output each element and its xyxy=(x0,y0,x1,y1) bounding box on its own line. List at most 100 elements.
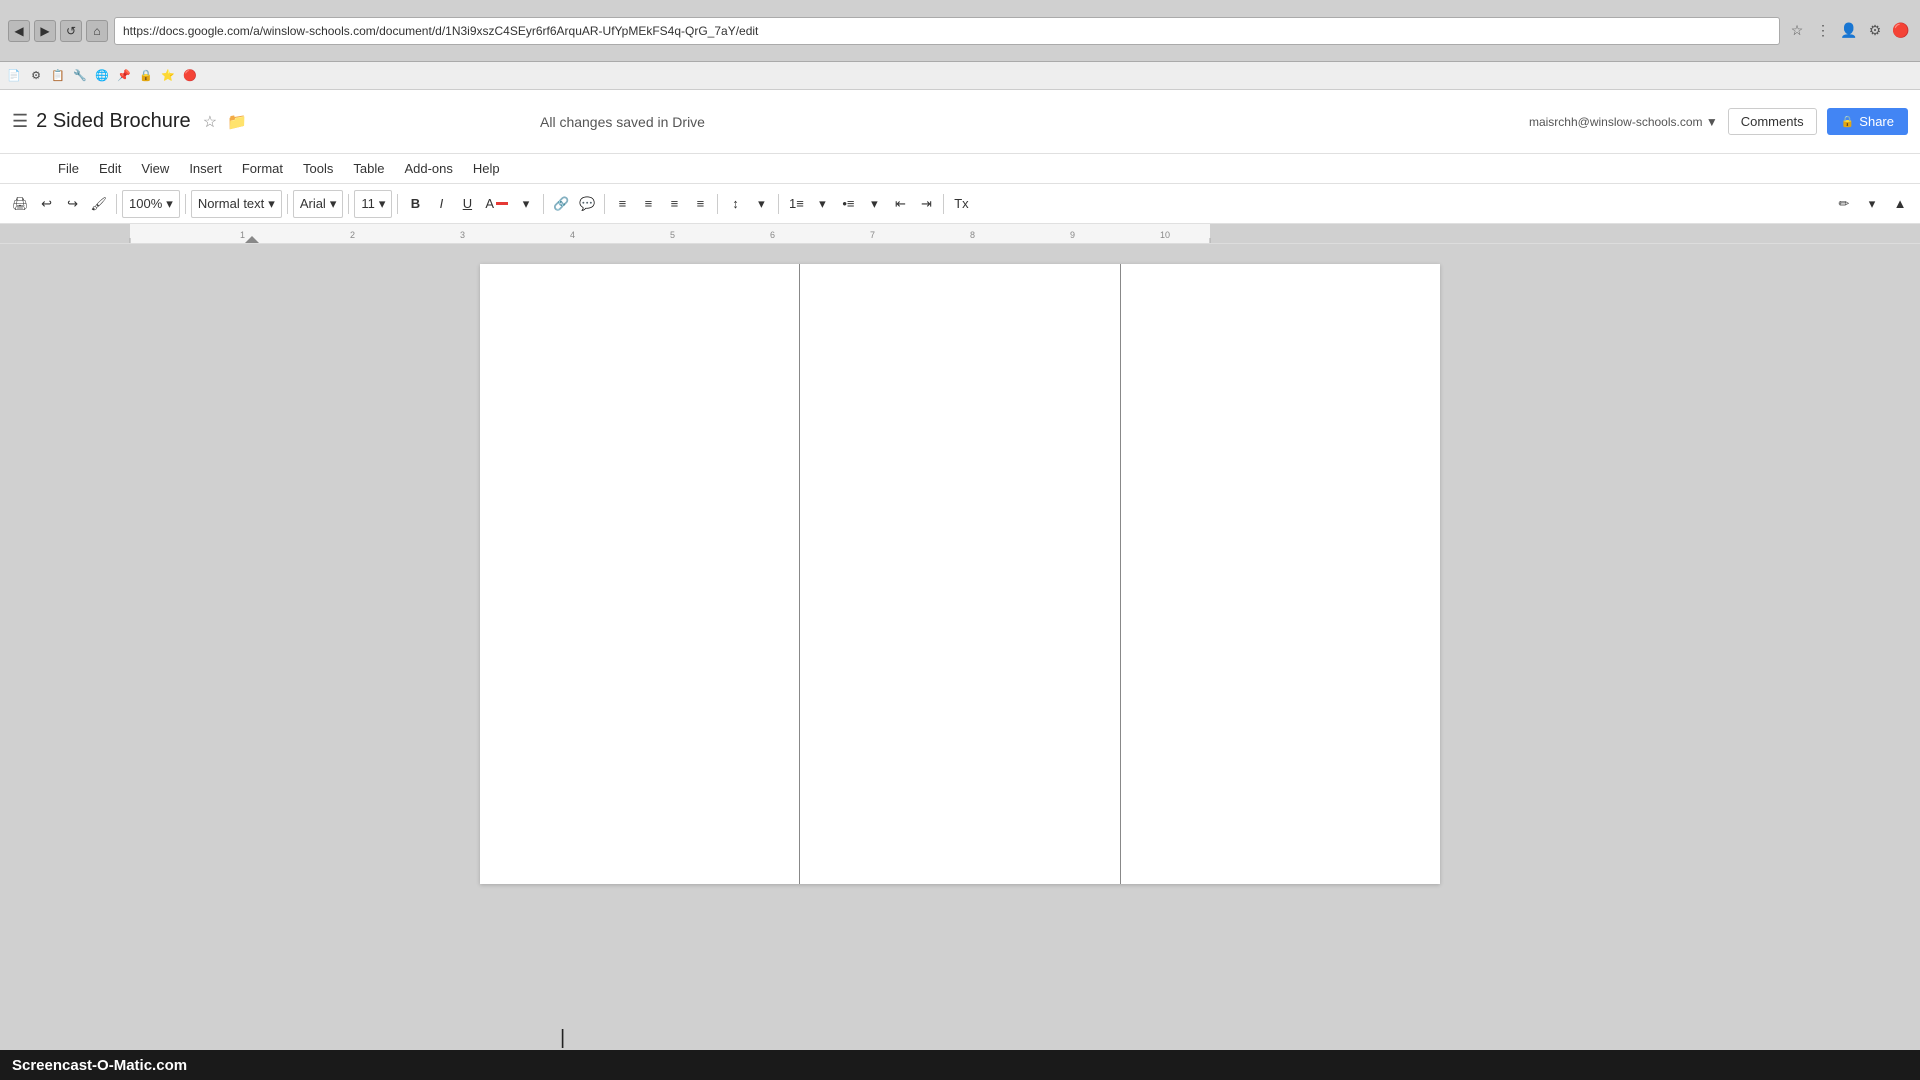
profile-icon[interactable]: 👤 xyxy=(1838,20,1860,42)
highlight-color-button[interactable]: ▾ xyxy=(514,190,538,218)
print-button[interactable]: 🖨 xyxy=(8,190,33,218)
extension-toolbar: 📄 ⚙ 📋 🔧 🌐 📌 🔒 ⭐ 🔴 xyxy=(0,62,1920,90)
settings-icon[interactable]: ⚙ xyxy=(1864,20,1886,42)
increase-indent-button[interactable]: ⇥ xyxy=(914,190,938,218)
text-cursor[interactable]: | xyxy=(560,1027,565,1050)
column-1[interactable] xyxy=(480,264,800,884)
collapse-toolbar-button[interactable]: ▲ xyxy=(1888,190,1912,218)
insert-comment-button[interactable]: 💬 xyxy=(575,190,599,218)
separator6 xyxy=(543,194,544,214)
redo-button[interactable]: ↪ xyxy=(61,190,85,218)
menu-format[interactable]: Format xyxy=(234,157,291,180)
watermark-bar: Screencast-O-Matic.com xyxy=(0,1050,1920,1080)
clear-format-button[interactable]: Tx xyxy=(949,190,973,218)
paint-format-button[interactable]: 🖌 xyxy=(87,190,112,218)
font-value: Arial xyxy=(300,196,326,211)
browser-chrome: ◀ ▶ ↺ ⌂ https://docs.google.com/a/winslo… xyxy=(0,0,1920,62)
text-color-button[interactable]: A xyxy=(481,190,512,218)
separator1 xyxy=(116,194,117,214)
fontsize-chevron: ▾ xyxy=(379,196,386,212)
browser-actions: ☆ ⋮ 👤 ⚙ 🔴 xyxy=(1786,20,1912,42)
line-spacing-chevron[interactable]: ▾ xyxy=(749,190,773,218)
menu-tools[interactable]: Tools xyxy=(295,157,341,180)
numbered-list-button[interactable]: 1≡ xyxy=(784,190,808,218)
svg-text:4: 4 xyxy=(570,230,575,240)
menu-table[interactable]: Table xyxy=(345,157,392,180)
bullet-list-button[interactable]: •≡ xyxy=(836,190,860,218)
line-spacing-button[interactable]: ↕ xyxy=(723,190,747,218)
lock-icon: 🔒 xyxy=(1841,115,1855,128)
ext2-icon[interactable]: 📋 xyxy=(48,66,68,86)
separator9 xyxy=(778,194,779,214)
italic-button[interactable]: I xyxy=(429,190,453,218)
numbered-list-chevron[interactable]: ▾ xyxy=(810,190,834,218)
view-mode-chevron[interactable]: ▾ xyxy=(1860,190,1884,218)
forward-button[interactable]: ▶ xyxy=(34,20,56,42)
menu-view[interactable]: View xyxy=(133,157,177,180)
font-dropdown[interactable]: Arial ▾ xyxy=(293,190,344,218)
share-label: Share xyxy=(1859,114,1894,129)
ext6-icon[interactable]: 🔒 xyxy=(136,66,156,86)
menu-file[interactable]: File xyxy=(50,157,87,180)
menu-help[interactable]: Help xyxy=(465,157,508,180)
url-text: https://docs.google.com/a/winslow-school… xyxy=(123,24,758,38)
document-title[interactable]: 2 Sided Brochure xyxy=(36,110,191,133)
comments-button[interactable]: Comments xyxy=(1728,108,1817,135)
column-2[interactable] xyxy=(800,264,1120,884)
decrease-indent-button[interactable]: ⇤ xyxy=(888,190,912,218)
svg-text:6: 6 xyxy=(770,230,775,240)
fontsize-value: 11 xyxy=(361,196,375,211)
browser-nav-buttons: ◀ ▶ ↺ ⌂ xyxy=(8,20,108,42)
extension-icon[interactable]: 🔴 xyxy=(1890,20,1912,42)
menu-bar: File Edit View Insert Format Tools Table… xyxy=(0,154,1920,184)
undo-button[interactable]: ↩ xyxy=(35,190,59,218)
ext8-icon[interactable]: 🔴 xyxy=(180,66,200,86)
home-button[interactable]: ⌂ xyxy=(86,20,108,42)
align-left-button[interactable]: ≡ xyxy=(610,190,634,218)
main-content: | xyxy=(0,244,1920,1050)
underline-button[interactable]: U xyxy=(455,190,479,218)
share-button[interactable]: 🔒 Share xyxy=(1827,108,1908,135)
bold-button[interactable]: B xyxy=(403,190,427,218)
document-page[interactable] xyxy=(480,264,1440,884)
document-columns xyxy=(480,264,1440,884)
ext5-icon[interactable]: 📌 xyxy=(114,66,134,86)
svg-text:3: 3 xyxy=(460,230,465,240)
font-chevron: ▾ xyxy=(330,196,337,212)
menu-insert[interactable]: Insert xyxy=(181,157,230,180)
star-bookmark-icon[interactable]: ☆ xyxy=(1786,20,1808,42)
favorite-icon[interactable]: ☆ xyxy=(203,112,217,132)
docs-icon: 📄 xyxy=(4,66,24,86)
separator8 xyxy=(717,194,718,214)
svg-text:5: 5 xyxy=(670,230,675,240)
ext4-icon[interactable]: 🌐 xyxy=(92,66,112,86)
folder-icon[interactable]: 📁 xyxy=(227,112,247,132)
reload-button[interactable]: ↺ xyxy=(60,20,82,42)
style-dropdown[interactable]: Normal text ▾ xyxy=(191,190,282,218)
column-3[interactable] xyxy=(1121,264,1440,884)
ext3-icon[interactable]: 🔧 xyxy=(70,66,90,86)
fontsize-dropdown[interactable]: 11 ▾ xyxy=(354,190,392,218)
menu-edit[interactable]: Edit xyxy=(91,157,129,180)
align-right-button[interactable]: ≡ xyxy=(662,190,686,218)
edit-mode-button[interactable]: ✏ xyxy=(1832,190,1856,218)
align-justify-button[interactable]: ≡ xyxy=(688,190,712,218)
browser-menu-icon[interactable]: ⋮ xyxy=(1812,20,1834,42)
insert-link-button[interactable]: 🔗 xyxy=(549,190,573,218)
back-button[interactable]: ◀ xyxy=(8,20,30,42)
user-email[interactable]: maisrchh@winslow-schools.com ▼ xyxy=(1529,115,1718,129)
zoom-dropdown[interactable]: 100% ▾ xyxy=(122,190,180,218)
ext1-icon[interactable]: ⚙ xyxy=(26,66,46,86)
hamburger-menu[interactable]: ☰ xyxy=(12,111,28,132)
menu-addons[interactable]: Add-ons xyxy=(396,157,460,180)
style-chevron: ▾ xyxy=(268,196,275,212)
header-right: maisrchh@winslow-schools.com ▼ Comments … xyxy=(1529,108,1908,135)
separator3 xyxy=(287,194,288,214)
ext7-icon[interactable]: ⭐ xyxy=(158,66,178,86)
address-bar[interactable]: https://docs.google.com/a/winslow-school… xyxy=(114,17,1780,45)
style-value: Normal text xyxy=(198,196,264,211)
svg-text:8: 8 xyxy=(970,230,975,240)
bullet-list-chevron[interactable]: ▾ xyxy=(862,190,886,218)
align-center-button[interactable]: ≡ xyxy=(636,190,660,218)
separator4 xyxy=(348,194,349,214)
